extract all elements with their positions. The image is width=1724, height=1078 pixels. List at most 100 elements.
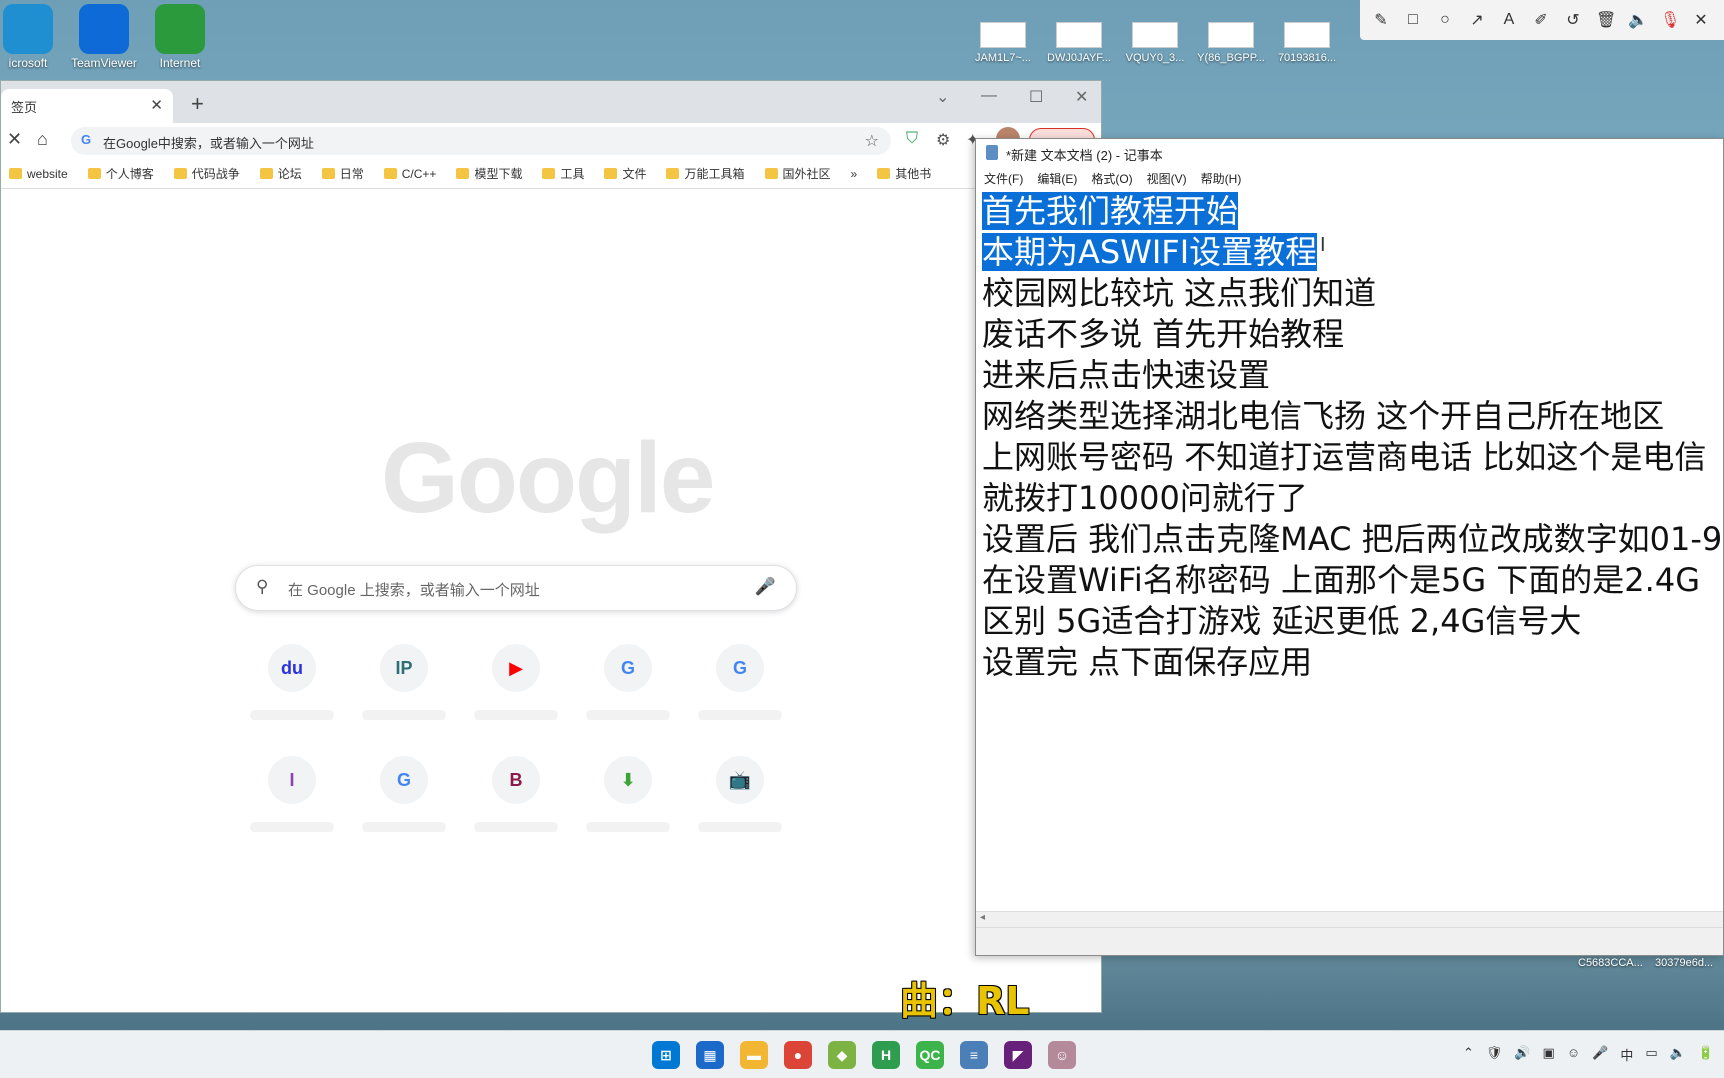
undo-icon[interactable]: ↺	[1564, 10, 1582, 30]
status-bar	[976, 927, 1723, 955]
notepad-text-area[interactable]: 首先我们教程开始 本期为ASWIFI设置教程 校园网比较坑 这点我们知道 废话不多说 …	[976, 189, 1723, 685]
visual-studio-icon[interactable]: ◤	[1004, 1041, 1032, 1069]
text-line: 首先我们教程开始	[982, 191, 1717, 232]
shortcut-label	[474, 710, 558, 720]
tray-icon[interactable]: ▭	[1645, 1045, 1657, 1064]
home-icon[interactable]: ⌂	[37, 129, 48, 150]
chrome-window: 签页 ✕ + ⌄ — ☐ ✕ ✕ ⌂ G 在Google中搜索，或者输入一个网址…	[0, 80, 1102, 1013]
desktop-file[interactable]: VQUY0_3...	[1120, 22, 1190, 64]
address-bar[interactable]: G 在Google中搜索，或者输入一个网址 ☆	[71, 127, 891, 155]
bookmark-label: 万能工具箱	[684, 167, 745, 181]
bookmark-item[interactable]: 模型下载	[456, 165, 522, 182]
notepad-title: *新建 文本文档 (2) - 记事本	[1006, 148, 1163, 163]
text-icon[interactable]: A	[1500, 11, 1518, 29]
file-explorer-icon[interactable]: ▬	[740, 1041, 768, 1069]
tray-icon[interactable]: 🔊	[1514, 1045, 1530, 1064]
search-box[interactable]: ⚲ 在 Google 上搜索，或者输入一个网址 🎤	[235, 565, 797, 611]
desktop-icon[interactable]: Internet	[142, 0, 218, 70]
desktop-icon[interactable]: icrosoft	[0, 0, 66, 70]
bookmark-item[interactable]: 日常	[321, 165, 364, 182]
bookmarks-overflow-button[interactable]: »	[851, 167, 858, 181]
bookmark-item[interactable]: 代码战争	[173, 165, 240, 182]
shortcut-tile[interactable]: I	[236, 756, 348, 856]
shortcut-tile[interactable]: du	[236, 644, 348, 744]
text-line: 校园网比较坑 这点我们知道	[982, 273, 1717, 314]
app-icon[interactable]: ◆	[828, 1041, 856, 1069]
extension-icon[interactable]: ⚙	[936, 130, 950, 150]
shortcut-tile[interactable]: B	[460, 756, 572, 856]
tray-icon[interactable]: 中	[1620, 1045, 1633, 1064]
tray-icon[interactable]: 🛡	[1486, 1045, 1503, 1064]
mic-muted-icon[interactable]: 🎙	[1660, 10, 1680, 30]
horizontal-scrollbar[interactable]: ◂	[976, 911, 1723, 927]
bookmark-item[interactable]: 论坛	[259, 165, 302, 182]
bookmark-label: 日常	[339, 167, 364, 181]
shortcut-tile[interactable]: 📺	[684, 756, 796, 856]
close-icon[interactable]: ✕	[1692, 10, 1710, 30]
shield-extension-icon[interactable]: ⛉	[906, 130, 918, 148]
menu-item[interactable]: 格式(O)	[1091, 170, 1132, 186]
other-bookmarks[interactable]: 其他书	[877, 165, 931, 182]
shortcut-tile[interactable]: ▶	[460, 644, 572, 744]
rectangle-icon[interactable]: □	[1404, 11, 1422, 29]
menu-item[interactable]: 视图(V)	[1147, 170, 1187, 186]
bookmark-star-icon[interactable]: ☆	[865, 131, 879, 151]
menu-item[interactable]: 帮助(H)	[1201, 170, 1242, 186]
line-text: 设置后 我们点击克隆MAC 把后两位改成数字如01-99	[982, 520, 1724, 558]
folder-icon	[383, 168, 397, 179]
mic-icon[interactable]: 🎤	[755, 577, 776, 597]
tray-icon[interactable]: 🔈	[1670, 1045, 1686, 1064]
circle-icon[interactable]: ○	[1436, 11, 1454, 29]
tray-icon[interactable]: ☺	[1567, 1045, 1580, 1064]
bookmark-item[interactable]: C/C++	[383, 167, 436, 181]
bookmark-item[interactable]: 国外社区	[764, 165, 831, 182]
marker-icon[interactable]: ✐	[1532, 10, 1550, 30]
bookmark-item[interactable]: 万能工具箱	[666, 165, 745, 182]
shortcut-tile[interactable]: ⬇	[572, 756, 684, 856]
tray-icon[interactable]: ▣	[1543, 1045, 1555, 1064]
close-window-button[interactable]: ✕	[1075, 87, 1088, 107]
widgets-icon[interactable]: ▦	[696, 1041, 724, 1069]
arrow-icon[interactable]: ↗	[1468, 10, 1486, 30]
avatar-app-icon[interactable]: ☺	[1048, 1041, 1076, 1069]
menu-item[interactable]: 文件(F)	[984, 170, 1023, 186]
desktop-file[interactable]: DWJ0JAYF...	[1044, 22, 1114, 64]
start-icon[interactable]: ⊞	[652, 1041, 680, 1069]
desktop-file[interactable]: Y(86_BGPP...	[1196, 22, 1266, 64]
h-app-icon[interactable]: H	[872, 1041, 900, 1069]
text-cursor-icon: I	[1320, 234, 1326, 256]
pen-icon[interactable]: ✎	[1372, 10, 1390, 30]
tab-search-icon[interactable]: ⌄	[936, 87, 949, 107]
shortcut-tile[interactable]: G	[348, 756, 460, 856]
line-text: 区别 5G适合打游戏 延迟更低 2,4G信号大	[982, 602, 1582, 640]
stop-icon[interactable]: ✕	[7, 129, 22, 150]
shortcut-tile[interactable]: G	[572, 644, 684, 744]
qc-app-icon[interactable]: QC	[916, 1041, 944, 1069]
shortcut-tile[interactable]: G	[684, 644, 796, 744]
bookmark-item[interactable]: website	[9, 167, 68, 181]
speaker-icon[interactable]: 🔈	[1628, 10, 1648, 30]
bookmark-item[interactable]: 文件	[604, 165, 646, 182]
close-tab-icon[interactable]: ✕	[150, 96, 163, 114]
notepad-icon[interactable]: ≡	[960, 1041, 988, 1069]
tab-new-tab[interactable]: 签页 ✕	[1, 89, 173, 123]
bookmark-item[interactable]: 个人博客	[87, 165, 154, 182]
document-icon	[980, 22, 1026, 48]
taskbar: ⊞ ▦ ▬ ● ◆ H QC ≡ ◤ ☺ ⌃ 🛡 🔊 ▣ ☺ 🎤 中 ▭ 🔈 🔋	[0, 1030, 1724, 1078]
tray-icon[interactable]: 🎤	[1592, 1045, 1608, 1064]
bookmark-item[interactable]: 工具	[542, 165, 584, 182]
chrome-icon[interactable]: ●	[784, 1041, 812, 1069]
new-tab-button[interactable]: +	[191, 91, 204, 117]
tray-icon[interactable]: 🔋	[1698, 1045, 1714, 1064]
desktop-file[interactable]: 70193816...	[1272, 22, 1342, 64]
shortcut-glyph: G	[396, 769, 411, 790]
desktop-icon[interactable]: TeamViewer	[66, 0, 142, 70]
maximize-button[interactable]: ☐	[1029, 87, 1043, 107]
tray-icon[interactable]: ⌃	[1463, 1045, 1474, 1064]
trash-icon[interactable]: 🗑	[1596, 10, 1616, 30]
menu-item[interactable]: 编辑(E)	[1037, 170, 1077, 186]
shortcut-tile[interactable]: IP	[348, 644, 460, 744]
desktop-file[interactable]: JAM1L7~...	[968, 22, 1038, 64]
document-icon	[1056, 22, 1102, 48]
minimize-button[interactable]: —	[981, 87, 997, 105]
